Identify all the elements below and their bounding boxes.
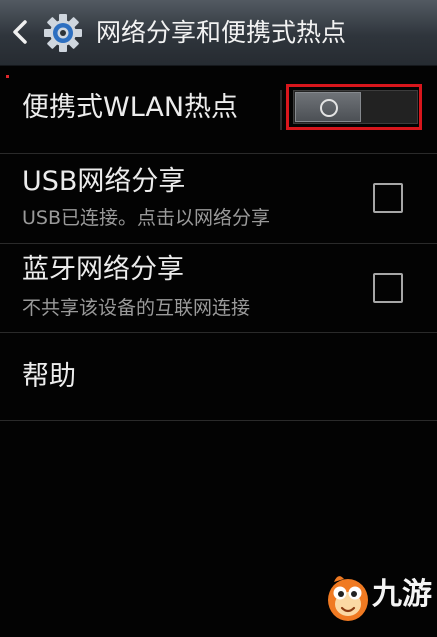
usb-tethering-summary: USB已连接。点击以网络分享 bbox=[22, 207, 271, 229]
mascot-logo-icon bbox=[328, 576, 368, 621]
bluetooth-tethering-checkbox[interactable] bbox=[373, 273, 403, 303]
hotspot-label: 便携式WLAN热点 bbox=[22, 92, 239, 123]
help-row[interactable]: 帮助 bbox=[0, 333, 437, 421]
watermark-text: 九游 bbox=[372, 577, 432, 612]
row-divider bbox=[280, 90, 282, 130]
help-label: 帮助 bbox=[22, 361, 76, 392]
title-bar: 网络分享和便携式热点 bbox=[0, 0, 437, 66]
highlight-box bbox=[286, 84, 422, 130]
watermark: 九游 bbox=[322, 568, 432, 628]
usb-tethering-checkbox[interactable] bbox=[373, 183, 403, 213]
usb-tethering-label: USB网络分享 bbox=[22, 166, 186, 197]
bluetooth-tethering-row[interactable]: 蓝牙网络分享 不共享该设备的互联网连接 bbox=[0, 244, 437, 333]
bluetooth-tethering-summary: 不共享该设备的互联网连接 bbox=[22, 297, 251, 319]
chevron-left-icon[interactable] bbox=[6, 17, 34, 47]
usb-tethering-row[interactable]: USB网络分享 USB已连接。点击以网络分享 bbox=[0, 154, 437, 244]
bluetooth-tethering-label: 蓝牙网络分享 bbox=[22, 254, 184, 285]
page-title: 网络分享和便携式热点 bbox=[96, 18, 347, 47]
gear-icon bbox=[44, 14, 82, 52]
